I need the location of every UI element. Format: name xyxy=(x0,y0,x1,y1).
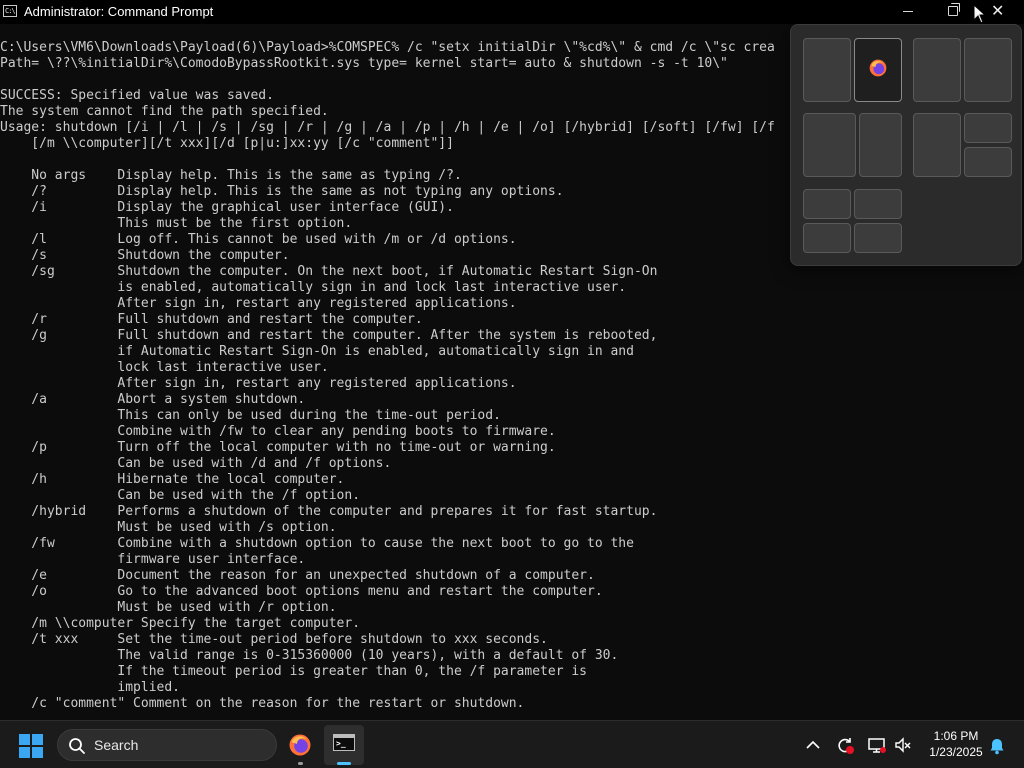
console-line: Must be used with /s option. xyxy=(0,520,337,535)
console-line: lock last interactive user. xyxy=(0,360,329,375)
console-line: The valid range is 0-315360000 (10 years… xyxy=(0,648,619,663)
console-line: /sg Shutdown the computer. On the next b… xyxy=(0,264,658,279)
console-line: /? Display help. This is the same as not… xyxy=(0,184,564,199)
taskbar-clock[interactable]: 1:06 PM 1/23/2025 xyxy=(916,728,996,760)
console-line: is enabled, automatically sign in and lo… xyxy=(0,280,627,295)
snap-zone-top-right[interactable] xyxy=(964,113,1012,143)
snap-layouts-flyout xyxy=(790,24,1022,266)
taskbar-active-indicator xyxy=(337,762,351,765)
console-line: firmware user interface. xyxy=(0,552,306,567)
console-line: After sign in, restart any registered ap… xyxy=(0,296,517,311)
console-line: if Automatic Restart Sign-On is enabled,… xyxy=(0,344,634,359)
console-line: /p Turn off the local computer with no t… xyxy=(0,440,556,455)
search-icon xyxy=(69,738,85,754)
console-line: /l Log off. This cannot be used with /m … xyxy=(0,232,517,247)
console-line: Must be used with /r option. xyxy=(0,600,337,615)
terminal-icon: >_ xyxy=(333,734,355,751)
chevron-up-icon[interactable] xyxy=(803,735,823,755)
snap-zone-narrow-right[interactable] xyxy=(859,113,902,177)
snap-zone-right-half-2[interactable] xyxy=(964,38,1012,102)
console-line: This must be the first option. xyxy=(0,216,353,231)
console-line: Can be used with /d and /f options. xyxy=(0,456,392,471)
notification-bell-icon[interactable] xyxy=(987,736,1007,756)
search-label: Search xyxy=(94,737,139,753)
firefox-icon xyxy=(289,734,311,756)
taskbar-command-prompt-button[interactable]: >_ xyxy=(324,725,364,765)
console-line: If the timeout period is greater than 0,… xyxy=(0,664,587,679)
console-line: /a Abort a system shutdown. xyxy=(0,392,306,407)
snap-zone-quad-top-right[interactable] xyxy=(854,189,902,219)
console-line: /fw Combine with a shutdown option to ca… xyxy=(0,536,634,551)
console-line: /m \\computer Specify the target compute… xyxy=(0,616,361,631)
restore-button[interactable] xyxy=(930,0,974,24)
console-line: [/m \\computer][/t xxx][/d [p|u:]xx:yy [… xyxy=(0,136,454,151)
clock-date: 1/23/2025 xyxy=(929,745,983,759)
console-line: Path= \??\%initialDir%\ComodoBypassRootk… xyxy=(0,56,728,71)
snap-zone-main-left[interactable] xyxy=(913,113,961,177)
console-line: The system cannot find the path specifie… xyxy=(0,104,329,119)
console-line: /s Shutdown the computer. xyxy=(0,248,290,263)
firefox-icon xyxy=(869,59,887,77)
snap-zone-quad-top-left[interactable] xyxy=(803,189,851,219)
console-line: /t xxx Set the time-out period before sh… xyxy=(0,632,548,647)
console-line: implied. xyxy=(0,680,181,695)
console-line: After sign in, restart any registered ap… xyxy=(0,376,517,391)
snap-zone-quad-bottom-left[interactable] xyxy=(803,223,851,253)
taskbar-running-indicator xyxy=(298,762,303,765)
volume-muted-icon[interactable] xyxy=(893,735,913,755)
snap-zone-right-half[interactable] xyxy=(854,38,902,102)
console-line: C:\Users\VM6\Downloads\Payload(6)\Payloa… xyxy=(0,40,775,55)
restore-icon xyxy=(948,3,960,16)
console-line: /o Go to the advanced boot options menu … xyxy=(0,584,603,599)
window-titlebar[interactable]: C:\ Administrator: Command Prompt ✕ xyxy=(0,0,1024,24)
terminal-icon-glyph: >_ xyxy=(336,739,346,748)
snap-zone-left-half-2[interactable] xyxy=(913,38,961,102)
console-line: /c "comment" Comment on the reason for t… xyxy=(0,696,525,711)
console-line: Usage: shutdown [/i | /l | /s | /sg | /r… xyxy=(0,120,775,135)
console-line: Combine with /fw to clear any pending bo… xyxy=(0,424,556,439)
console-line: /i Display the graphical user interface … xyxy=(0,200,454,215)
close-icon: ✕ xyxy=(991,1,1005,20)
snap-zone-wide-left[interactable] xyxy=(803,113,856,177)
console-line: /r Full shutdown and restart the compute… xyxy=(0,312,423,327)
minimize-button[interactable] xyxy=(886,0,930,24)
desktop-screen: C:\ Administrator: Command Prompt ✕ C:\U… xyxy=(0,0,1024,768)
console-line: /e Document the reason for an unexpected… xyxy=(0,568,595,583)
snap-zone-left-half[interactable] xyxy=(803,38,851,102)
console-line: Can be used with the /f option. xyxy=(0,488,361,503)
snap-zone-quad-bottom-right[interactable] xyxy=(854,223,902,253)
console-line: This can only be used during the time-ou… xyxy=(0,408,501,423)
taskbar-search-box[interactable]: Search xyxy=(57,729,277,761)
snap-zone-bottom-right[interactable] xyxy=(964,147,1012,177)
network-icon[interactable] xyxy=(867,735,887,755)
windows-logo-icon[interactable] xyxy=(18,733,44,759)
taskbar: Search >_ 1:06 PM 1/23/2025 xyxy=(0,720,1024,768)
console-line: SUCCESS: Specified value was saved. xyxy=(0,88,274,103)
console-line: /h Hibernate the local computer. xyxy=(0,472,345,487)
clock-time: 1:06 PM xyxy=(933,729,979,743)
console-line: /hybrid Performs a shutdown of the compu… xyxy=(0,504,658,519)
console-line: /g Full shutdown and restart the compute… xyxy=(0,328,658,343)
mouse-cursor-icon xyxy=(973,4,987,24)
taskbar-firefox-button[interactable] xyxy=(280,725,320,765)
command-prompt-icon-glyph: C:\ xyxy=(5,7,16,15)
console-line: No args Display help. This is the same a… xyxy=(0,168,462,183)
window-title: Administrator: Command Prompt xyxy=(24,4,214,19)
sync-icon[interactable] xyxy=(835,735,855,755)
command-prompt-icon[interactable]: C:\ xyxy=(3,5,17,17)
minimize-icon xyxy=(903,11,913,12)
